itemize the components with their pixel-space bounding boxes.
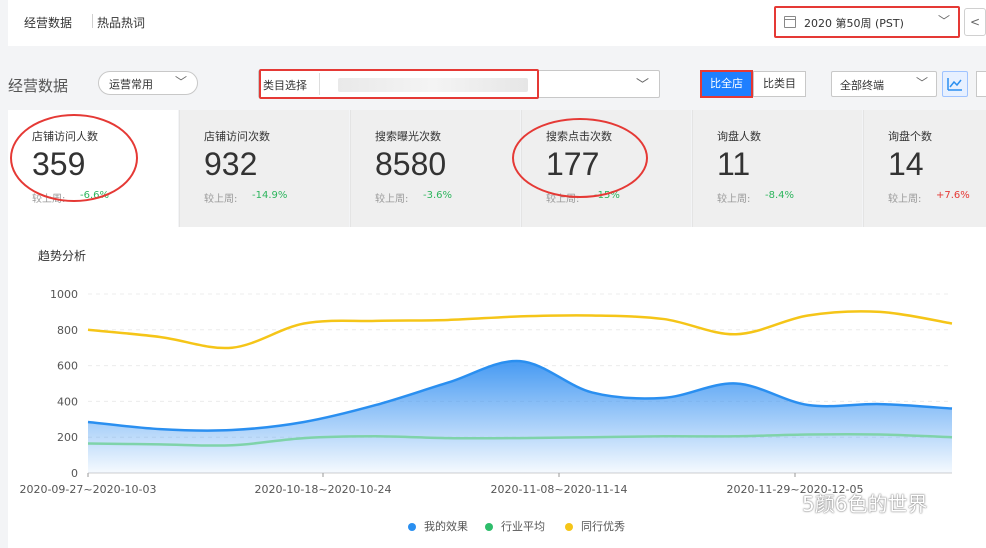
wechat-logo-icon — [767, 496, 794, 514]
series-area-my-effect — [88, 361, 952, 473]
chevron-down-icon: ﹀ — [635, 78, 649, 93]
y-tick-label: 600 — [57, 360, 78, 373]
metric-compare-label: 较上周: — [204, 194, 238, 205]
metric-compare-label: 较上周: — [888, 194, 922, 205]
week-select-value: 2020 第50周 (PST) — [804, 17, 904, 30]
section-title: 经营数据 — [8, 77, 69, 95]
line-chart-icon — [947, 78, 962, 91]
watermark: 5颜6色的世界 — [766, 488, 927, 517]
tab-divider — [92, 14, 93, 28]
y-tick-label: 800 — [57, 324, 78, 337]
metric-change: -8.4% — [765, 190, 795, 201]
metric-card-inquirers[interactable]: 询盘人数 11 较上周: -8.4% — [692, 110, 862, 227]
metric-label: 店铺访问次数 — [204, 130, 270, 143]
metric-card-search-impressions[interactable]: 搜索曝光次数 8580 较上周: -3.6% — [350, 110, 520, 227]
y-tick-label: 400 — [57, 395, 78, 408]
compare-category-button[interactable]: 比类目 — [753, 71, 806, 97]
prev-week-button[interactable]: < — [964, 8, 986, 36]
legend-label: 行业平均 — [501, 520, 545, 533]
legend-label: 我的效果 — [424, 520, 468, 533]
y-tick-label: 1000 — [50, 288, 78, 301]
chevron-down-icon: ﹀ — [174, 75, 187, 89]
metric-label: 询盘人数 — [717, 130, 761, 143]
chevron-down-icon: ﹀ — [915, 76, 928, 90]
metric-compare-label: 较上周: — [717, 194, 751, 205]
metric-compare-label: 较上周: — [375, 194, 409, 205]
legend-item-peer-excellent[interactable]: 同行优秀 — [565, 518, 625, 534]
table-view-button[interactable] — [976, 71, 986, 97]
y-tick-label: 0 — [71, 467, 78, 480]
category-select-separator — [319, 73, 320, 95]
terminal-select[interactable]: 全部终端 ﹀ — [831, 71, 937, 97]
legend-dot — [565, 523, 573, 531]
y-tick-label: 200 — [57, 431, 78, 444]
compare-all-button[interactable]: 比全店 — [700, 70, 753, 98]
metric-change: -3.6% — [423, 190, 453, 201]
calendar-icon — [784, 16, 796, 28]
metric-value: 932 — [204, 146, 258, 182]
legend-dot — [485, 523, 493, 531]
x-tick-label: 2020-09-27~2020-10-03 — [19, 483, 156, 496]
legend-item-industry-average[interactable]: 行业平均 — [485, 518, 545, 534]
tab-business-data[interactable]: 经营数据 — [24, 14, 72, 31]
terminal-select-value: 全部终端 — [840, 79, 884, 92]
highlight-ring-visitors — [10, 114, 138, 202]
metric-label: 搜索曝光次数 — [375, 130, 441, 143]
metric-cards: 店铺访问人数 359 较上周: -6.6% 店铺访问次数 932 较上周: -1… — [8, 110, 986, 227]
legend-item-my-effect[interactable]: 我的效果 — [408, 518, 468, 534]
metric-value: 8580 — [375, 146, 447, 182]
metric-card-visits[interactable]: 店铺访问次数 932 较上周: -14.9% — [179, 110, 349, 227]
chevron-down-icon: ﹀ — [937, 14, 950, 28]
legend-label: 同行优秀 — [581, 520, 625, 533]
highlight-ring-search-clicks — [512, 118, 648, 198]
metric-value: 14 — [888, 146, 924, 182]
x-tick-label: 2020-10-18~2020-10-24 — [254, 483, 391, 496]
metric-change: -14.9% — [252, 190, 288, 201]
watermark-text: 5颜6色的世界 — [802, 492, 928, 516]
scope-select[interactable]: 运营常用 ﹀ — [98, 71, 198, 95]
category-select-value-blurred — [338, 78, 528, 92]
x-tick-label: 2020-11-08~2020-11-14 — [490, 483, 627, 496]
tab-hot-products[interactable]: 热品热词 — [97, 14, 145, 31]
metric-label: 询盘个数 — [888, 130, 932, 143]
legend-dot — [408, 523, 416, 531]
metric-value: 11 — [717, 146, 751, 182]
metric-card-inquiries[interactable]: 询盘个数 14 较上周: +7.6% — [863, 110, 986, 227]
line-chart-view-button[interactable] — [942, 71, 968, 97]
scope-select-value: 运营常用 — [109, 78, 153, 91]
week-select[interactable]: 2020 第50周 (PST) ﹀ — [774, 6, 960, 38]
category-select-label: 类目选择 — [263, 79, 307, 92]
metric-change: +7.6% — [936, 190, 970, 201]
